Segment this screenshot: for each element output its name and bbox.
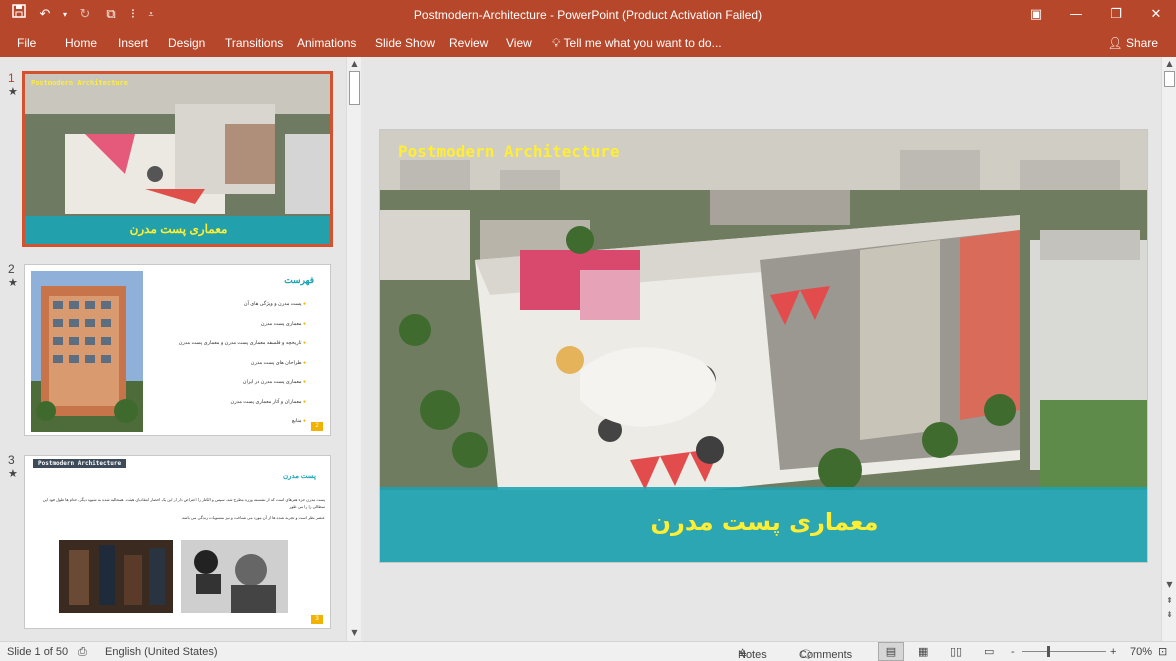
tab-file[interactable]: File (17, 34, 36, 52)
current-slide[interactable]: Postmodern Architecture معماری پست مدرن (379, 129, 1148, 563)
thumb2-photo (31, 271, 143, 432)
thumb-number-2: 2 (8, 262, 15, 276)
thumb3-page-badge: 3 (311, 615, 323, 624)
close-icon[interactable]: ✕ (1136, 0, 1176, 30)
thumb3-body-1: پست مدرن جزء هنرهای است که از نشسته ورزه… (42, 497, 325, 509)
window-controls: ▣ — ❐ ✕ (1016, 0, 1176, 30)
thumb-number-1: 1 (8, 71, 15, 85)
list-item: ● معماران و آثار معماری پست مدرن (230, 398, 306, 405)
list-item: ● معماری پست مدرن در ایران (242, 379, 306, 385)
thumb3-photo-left (59, 540, 173, 613)
normal-view-icon[interactable]: ▤ (878, 642, 904, 661)
tab-view[interactable]: View (506, 34, 532, 52)
thumb3-photo-right (181, 540, 288, 613)
language-indicator[interactable]: English (United States) (105, 645, 218, 659)
fit-slide-icon[interactable]: ⊡ (1158, 645, 1167, 659)
zoom-level[interactable]: 70% (1130, 645, 1152, 659)
list-item: ● منابع (291, 418, 306, 424)
scroll-down-icon[interactable]: ▼ (349, 627, 360, 639)
thumbnails-scrollbar[interactable]: ▲ ▼ (346, 57, 361, 641)
thumb3-tag: Postmodern Architecture (33, 459, 127, 468)
tab-slide-show[interactable]: Slide Show (375, 34, 435, 52)
zoom-slider-track[interactable] (1022, 651, 1106, 652)
minimize-icon[interactable]: — (1056, 0, 1096, 30)
zoom-slider-handle[interactable] (1047, 646, 1050, 657)
thumb2-page-badge: 2 (311, 422, 323, 431)
slide-title-en[interactable]: Postmodern Architecture (398, 142, 620, 161)
thumb1-title-fa: معماری پست مدرن (129, 222, 228, 236)
animation-star-icon: ★ (8, 467, 18, 480)
scrollbar-thumb[interactable] (349, 71, 360, 105)
scroll-up-icon[interactable]: ▲ (1164, 58, 1175, 70)
reading-view-icon[interactable]: ▯▯ (950, 645, 962, 659)
notes-label: Notes (738, 649, 767, 661)
slide-counter: Slide 1 of 50 (7, 646, 69, 658)
editor-scrollbar[interactable]: ▲ ▼ ⇞ ⇟ (1161, 57, 1176, 641)
ribbon-display-options-icon[interactable]: ▣ (1016, 0, 1056, 30)
lightbulb-icon: 💡︎ (552, 36, 561, 50)
thumb2-heading: فهرست (284, 275, 314, 285)
thumb-number-3: 3 (8, 453, 15, 467)
ribbon-tabs: File Home Insert Design Transitions Anim… (0, 30, 1176, 57)
thumbnail-slide-3[interactable]: Postmodern Architecture پست مدرن پست مدر… (24, 455, 331, 629)
share-button[interactable]: 👤︎ Share (1107, 34, 1158, 52)
list-item: ● تاریخچه و فلسفه معماری پست مدرن و معما… (178, 340, 306, 346)
animation-star-icon: ★ (8, 85, 18, 98)
person-icon: 👤︎ (1107, 36, 1123, 50)
slide-sorter-view-icon[interactable]: ▦ (918, 645, 928, 659)
spelling-check-icon[interactable]: ⎙ (78, 645, 87, 659)
list-item: ● معماری پست مدرن (260, 320, 306, 327)
tab-transitions[interactable]: Transitions (225, 34, 283, 52)
window-title: Postmodern-Architecture - PowerPoint (Pr… (413, 8, 763, 22)
list-item: ● پست مدرن و ویژگی های آن (243, 301, 306, 307)
thumbnail-slide-2[interactable]: فهرست ● پست مدرن و ویژگی های آن ● معماری… (24, 264, 331, 436)
share-label: Share (1125, 36, 1158, 50)
slide-thumbnails-pane: 1 ★ Postmodern Architecture معماری پست م… (0, 57, 362, 641)
slideshow-view-icon[interactable]: ▭ (984, 645, 994, 659)
title-bar: ↶ ▾ ↻ ⧉ ⁝ ⩡ Postmodern-Architecture - Po… (0, 0, 1176, 30)
zoom-out-button[interactable]: - (1011, 645, 1015, 659)
thumb1-title-en: Postmodern Architecture (31, 79, 128, 87)
status-bar: Slide 1 of 50 ⎙ English (United States) … (0, 641, 1176, 661)
zoom-in-button[interactable]: + (1110, 645, 1116, 659)
tell-me-box[interactable]: 💡︎ Tell me what you want to do... (552, 34, 722, 52)
maximize-icon[interactable]: ❐ (1096, 0, 1136, 30)
slide-editor: Postmodern Architecture معماری پست مدرن (362, 57, 1161, 641)
tab-home[interactable]: Home (65, 34, 97, 52)
tab-animations[interactable]: Animations (297, 34, 356, 52)
tab-insert[interactable]: Insert (118, 34, 148, 52)
slide-title-fa[interactable]: معماری پست مدرن (380, 508, 1147, 536)
next-slide-icon[interactable]: ⇟ (1164, 609, 1175, 621)
comments-label: Comments (799, 649, 853, 661)
scroll-up-icon[interactable]: ▲ (349, 58, 360, 70)
thumbnail-slide-1[interactable]: Postmodern Architecture معماری پست مدرن (22, 71, 333, 247)
thumb3-body-2: عنصر نظر است و تجربه شده ها از آن مورد م… (180, 515, 325, 520)
animation-star-icon: ★ (8, 276, 18, 289)
previous-slide-icon[interactable]: ⇞ (1164, 595, 1175, 607)
tab-review[interactable]: Review (449, 34, 488, 52)
tab-design[interactable]: Design (168, 34, 205, 52)
list-item: ● طراحان های پست مدرن (250, 359, 306, 366)
scrollbar-thumb[interactable] (1164, 71, 1175, 87)
thumb2-list: ● پست مدرن و ویژگی های آن ● معماری پست م… (146, 295, 306, 432)
tell-me-text: Tell me what you want to do... (563, 36, 722, 50)
thumb3-heading: پست مدرن (283, 473, 316, 480)
scroll-down-icon[interactable]: ▼ (1164, 579, 1175, 591)
